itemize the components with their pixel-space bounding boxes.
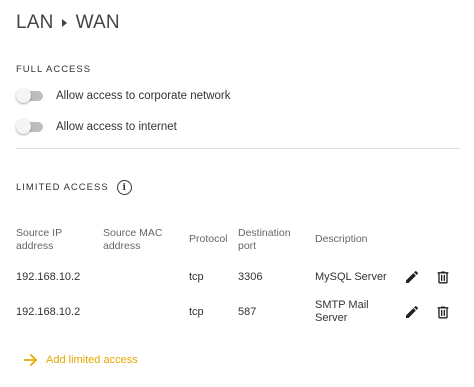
toggle-row-internet: Allow access to internet bbox=[16, 117, 177, 137]
cell-description: SMTP Mail Server bbox=[315, 299, 369, 324]
pencil-icon bbox=[406, 270, 419, 283]
delete-button[interactable] bbox=[434, 268, 452, 286]
table-row: 192.168.10.2 tcp 3306 MySQL Server bbox=[0, 262, 474, 292]
header-line: Protocol bbox=[189, 233, 228, 245]
cell-protocol: tcp bbox=[189, 271, 204, 283]
header-line: address bbox=[103, 239, 141, 252]
add-limited-access-button[interactable]: Add limited access bbox=[24, 354, 138, 366]
arrow-right-icon bbox=[24, 354, 37, 366]
breadcrumb-lan[interactable]: LAN bbox=[16, 12, 54, 34]
cell-description: MySQL Server bbox=[315, 271, 387, 284]
description-line: SMTP Mail bbox=[315, 299, 369, 311]
header-line: Source MAC bbox=[103, 227, 163, 239]
info-icon[interactable]: i bbox=[116, 180, 132, 195]
toggle-row-corporate-network: Allow access to corporate network bbox=[16, 86, 231, 106]
section-divider bbox=[16, 148, 460, 149]
breadcrumb-wan: WAN bbox=[75, 12, 120, 33]
trash-icon bbox=[437, 306, 449, 318]
limited-access-header: LIMITED ACCESS i bbox=[16, 180, 132, 195]
header-line: Source IP bbox=[16, 227, 63, 239]
breadcrumb: LAN WAN bbox=[16, 10, 120, 36]
internet-label: Allow access to internet bbox=[56, 121, 177, 133]
table-row: 192.168.10.2 tcp 587 SMTP Mail Server bbox=[0, 296, 474, 326]
column-header-destination-port: Destination port bbox=[238, 227, 291, 252]
internet-toggle[interactable] bbox=[16, 117, 44, 137]
column-header-protocol: Protocol bbox=[189, 233, 228, 246]
limited-access-heading: LIMITED ACCESS bbox=[16, 182, 109, 193]
delete-button[interactable] bbox=[434, 303, 452, 321]
column-header-description: Description bbox=[315, 233, 368, 246]
column-header-source-ip: Source IP address bbox=[16, 227, 62, 252]
breadcrumb-separator-icon bbox=[61, 19, 67, 27]
pencil-icon bbox=[406, 305, 419, 318]
header-line: address bbox=[16, 239, 54, 252]
description-line: Server bbox=[315, 311, 348, 324]
header-line: port bbox=[238, 239, 257, 252]
trash-icon bbox=[437, 271, 449, 283]
column-header-source-mac: Source MAC address bbox=[103, 227, 163, 252]
cell-source-ip: 192.168.10.2 bbox=[16, 271, 81, 283]
cell-destination-port: 587 bbox=[238, 306, 257, 318]
full-access-heading: FULL ACCESS bbox=[16, 64, 92, 75]
description-line: MySQL Server bbox=[315, 271, 387, 283]
cell-destination-port: 3306 bbox=[238, 271, 263, 283]
add-limited-access-label: Add limited access bbox=[46, 354, 138, 366]
header-line: Destination bbox=[238, 227, 291, 239]
cell-protocol: tcp bbox=[189, 306, 204, 318]
corporate-network-label: Allow access to corporate network bbox=[56, 90, 231, 102]
cell-source-ip: 192.168.10.2 bbox=[16, 306, 81, 318]
header-line: Description bbox=[315, 233, 368, 245]
corporate-network-toggle[interactable] bbox=[16, 86, 44, 106]
edit-button[interactable] bbox=[403, 268, 421, 286]
toggle-knob bbox=[16, 119, 31, 134]
toggle-knob bbox=[16, 88, 31, 103]
edit-button[interactable] bbox=[403, 303, 421, 321]
